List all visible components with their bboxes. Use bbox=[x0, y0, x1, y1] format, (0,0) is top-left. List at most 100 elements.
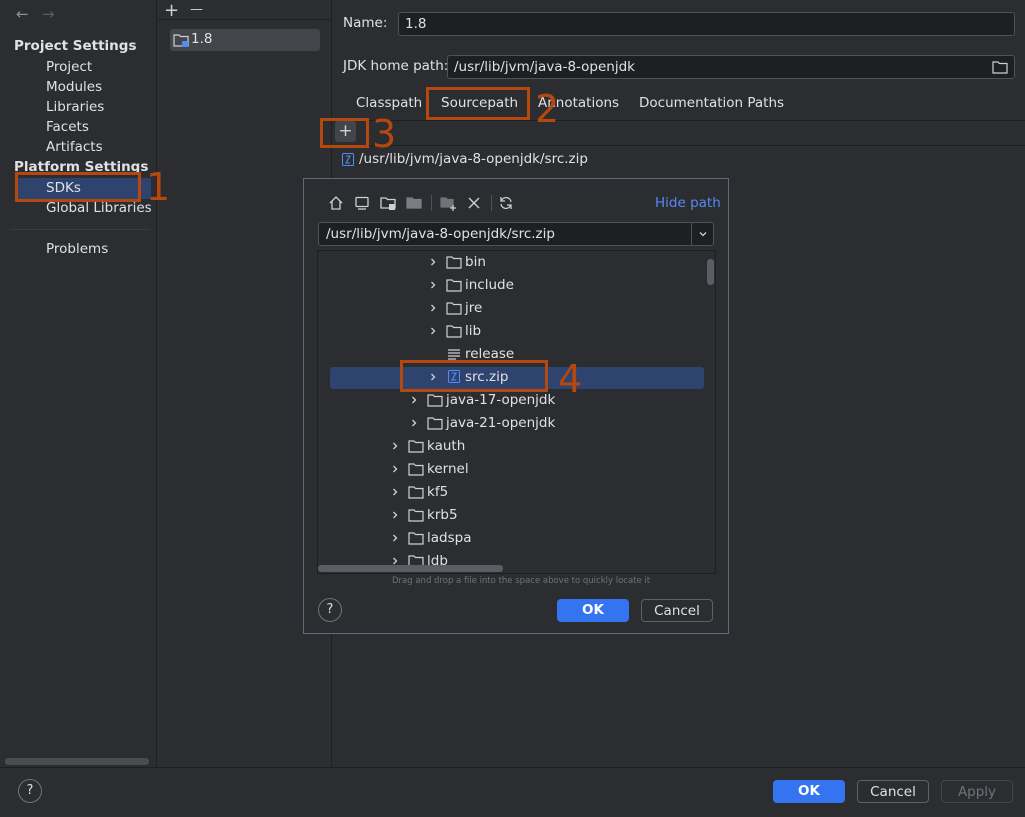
tree-label: include bbox=[465, 277, 514, 293]
browse-folder-icon[interactable] bbox=[992, 60, 1008, 74]
chevron-right-icon[interactable] bbox=[390, 533, 400, 543]
delete-icon[interactable] bbox=[465, 194, 483, 212]
toolbar-separator bbox=[491, 195, 492, 211]
tree-row-kf5[interactable]: kf5 bbox=[318, 481, 703, 504]
name-field[interactable]: 1.8 bbox=[398, 12, 1015, 36]
chevron-right-icon[interactable] bbox=[409, 418, 419, 428]
sidebar-divider bbox=[10, 229, 150, 230]
sdk-list-item-label: 1.8 bbox=[191, 31, 213, 47]
tree-label: bin bbox=[465, 254, 486, 270]
tree-label: ladspa bbox=[427, 530, 472, 546]
annotation-number-2: 2 bbox=[535, 87, 560, 131]
new-folder-icon[interactable] bbox=[439, 194, 457, 212]
tab-classpath[interactable]: Classpath bbox=[356, 95, 422, 111]
sidebar-item-modules[interactable]: Modules bbox=[46, 79, 102, 95]
tree-label: jre bbox=[465, 300, 483, 316]
path-combobox[interactable]: /usr/lib/jvm/java-8-openjdk/src.zip bbox=[318, 222, 714, 246]
tree-row-kauth[interactable]: kauth bbox=[318, 435, 703, 458]
folder-icon bbox=[446, 302, 462, 315]
add-sdk-button[interactable]: + bbox=[164, 0, 179, 21]
chevron-right-icon[interactable] bbox=[390, 510, 400, 520]
sidebar-scrollbar[interactable] bbox=[5, 758, 149, 765]
tree-label: kernel bbox=[427, 461, 469, 477]
hide-path-link[interactable]: Hide path bbox=[655, 195, 721, 211]
tree-row-lib[interactable]: lib bbox=[318, 320, 703, 343]
tree-row-kernel[interactable]: kernel bbox=[318, 458, 703, 481]
tree-label: kauth bbox=[427, 438, 466, 454]
sdk-list-item[interactable]: 1.8 bbox=[170, 29, 320, 51]
sidebar-item-project[interactable]: Project bbox=[46, 59, 92, 75]
tree-label: kf5 bbox=[427, 484, 449, 500]
text-file-icon bbox=[448, 349, 460, 360]
sidebar-item-artifacts[interactable]: Artifacts bbox=[46, 139, 103, 155]
sidebar-item-facets[interactable]: Facets bbox=[46, 119, 89, 135]
tree-row-include[interactable]: include bbox=[318, 274, 703, 297]
refresh-icon[interactable] bbox=[497, 194, 515, 212]
chevron-right-icon[interactable] bbox=[428, 303, 438, 313]
list-toolbar-divider bbox=[158, 19, 331, 20]
tree-row-java-21-openjdk[interactable]: java-21-openjdk bbox=[318, 412, 703, 435]
dialog-cancel-button[interactable]: Cancel bbox=[641, 599, 713, 622]
desktop-icon[interactable] bbox=[353, 194, 371, 212]
tree-label: krb5 bbox=[427, 507, 458, 523]
home-icon[interactable] bbox=[327, 194, 345, 212]
module-folder-icon[interactable] bbox=[405, 194, 423, 212]
tree-label: java-17-openjdk bbox=[446, 392, 556, 408]
drag-drop-hint: Drag and drop a file into the space abov… bbox=[392, 576, 651, 586]
tree-label: java-21-openjdk bbox=[446, 415, 556, 431]
name-label: Name: bbox=[343, 15, 388, 31]
jdk-home-field[interactable]: /usr/lib/jvm/java-8-openjdk bbox=[447, 55, 1015, 79]
chevron-right-icon[interactable] bbox=[428, 257, 438, 267]
toolbar-separator bbox=[431, 195, 432, 211]
settings-help-button[interactable]: ? bbox=[18, 779, 42, 803]
chevron-right-icon[interactable] bbox=[390, 487, 400, 497]
sourcepath-toolbar-divider bbox=[333, 145, 1025, 146]
tree-row-bin[interactable]: bin bbox=[318, 251, 703, 274]
dialog-ok-button[interactable]: OK bbox=[557, 599, 629, 622]
folder-icon bbox=[408, 440, 424, 453]
chevron-right-icon[interactable] bbox=[409, 395, 419, 405]
settings-sidebar: ← → Project Settings Project Modules Lib… bbox=[0, 0, 157, 767]
annotation-number-3: 3 bbox=[372, 112, 397, 156]
forward-button[interactable]: → bbox=[42, 5, 55, 23]
folder-icon bbox=[408, 486, 424, 499]
annotation-box-2 bbox=[426, 87, 530, 120]
sidebar-item-global-libraries[interactable]: Global Libraries bbox=[46, 200, 152, 216]
annotation-box-3 bbox=[320, 118, 369, 148]
chevron-right-icon[interactable] bbox=[428, 280, 438, 290]
tree-horizontal-scrollbar[interactable] bbox=[318, 565, 503, 572]
chevron-down-icon[interactable] bbox=[698, 229, 708, 239]
file-tree: bin include jre lib release src.zip java… bbox=[317, 250, 716, 574]
chevron-right-icon[interactable] bbox=[428, 326, 438, 336]
back-button[interactable]: ← bbox=[16, 5, 29, 23]
tree-row-krb5[interactable]: krb5 bbox=[318, 504, 703, 527]
folder-icon bbox=[446, 256, 462, 269]
sidebar-item-libraries[interactable]: Libraries bbox=[46, 99, 104, 115]
settings-ok-button[interactable]: OK bbox=[773, 780, 845, 803]
folder-icon bbox=[408, 509, 424, 522]
tree-row-java-17-openjdk[interactable]: java-17-openjdk bbox=[318, 389, 703, 412]
project-folder-icon[interactable] bbox=[379, 194, 397, 212]
annotation-number-1: 1 bbox=[146, 165, 171, 209]
path-combobox-value: /usr/lib/jvm/java-8-openjdk/src.zip bbox=[326, 226, 555, 242]
tree-row-ladspa[interactable]: ladspa bbox=[318, 527, 703, 550]
tree-label: lib bbox=[465, 323, 482, 339]
sidebar-item-problems[interactable]: Problems bbox=[46, 241, 108, 257]
folder-icon bbox=[446, 325, 462, 338]
chevron-right-icon[interactable] bbox=[390, 464, 400, 474]
jdk-home-value: /usr/lib/jvm/java-8-openjdk bbox=[454, 59, 635, 75]
chevron-right-icon[interactable] bbox=[390, 441, 400, 451]
dialog-help-button[interactable]: ? bbox=[318, 598, 342, 622]
combobox-divider bbox=[691, 223, 692, 245]
zip-archive-icon bbox=[342, 153, 354, 166]
settings-apply-button[interactable]: Apply bbox=[941, 780, 1013, 803]
remove-sdk-button[interactable]: — bbox=[190, 2, 203, 17]
tab-documentation-paths[interactable]: Documentation Paths bbox=[639, 95, 784, 111]
folder-icon bbox=[427, 417, 443, 430]
tree-row-jre[interactable]: jre bbox=[318, 297, 703, 320]
tree-vertical-scrollbar[interactable] bbox=[707, 259, 714, 285]
settings-cancel-button[interactable]: Cancel bbox=[857, 780, 929, 803]
project-settings-heading: Project Settings bbox=[14, 38, 137, 54]
folder-icon bbox=[446, 279, 462, 292]
annotation-number-4: 4 bbox=[558, 357, 583, 401]
